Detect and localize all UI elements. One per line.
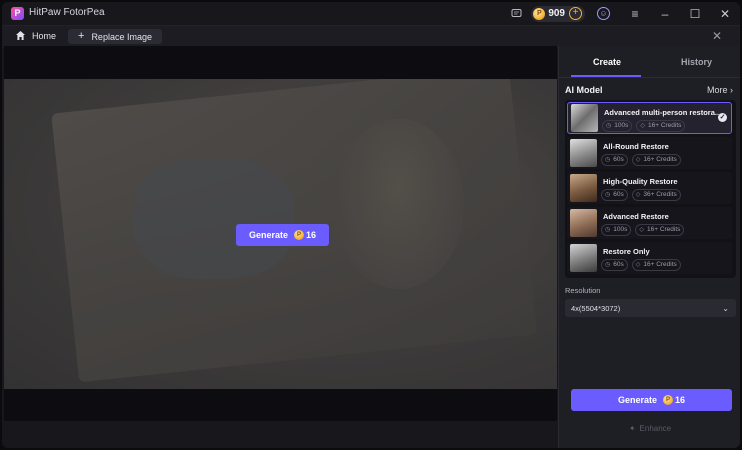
replace-image-button[interactable]: + Replace Image (68, 29, 162, 44)
menu-icon[interactable]: ≡ (620, 7, 650, 21)
model-card-advanced-multi-person[interactable]: Advanced multi-person restora... ◷ 100s ◇… (567, 102, 732, 134)
model-thumbnail (570, 139, 597, 167)
user-account-icon[interactable]: ☺ (597, 7, 610, 20)
resolution-label: Resolution (565, 286, 601, 295)
home-icon (16, 31, 25, 40)
chevron-down-icon: ⌄ (722, 303, 729, 313)
resolution-value: 4x(5504*3072) (571, 303, 621, 313)
generate-label: Generate (617, 395, 657, 405)
app-window: P HitPaw FotorPea P 909 + ☺ ≡ – ☐ ✕ Home… (2, 2, 740, 448)
more-models-link[interactable]: More › (707, 85, 733, 95)
credits-chip: ◇ 16+ Credits (636, 120, 686, 132)
clock-icon: ◷ (605, 262, 611, 268)
feedback-icon[interactable] (509, 7, 523, 21)
selected-check-icon: ✓ (718, 113, 727, 122)
clock-icon: ◷ (606, 123, 612, 129)
canvas-generate-label: Generate (248, 230, 288, 240)
model-name: Restore Only (603, 247, 650, 256)
editor-toolbar: Home + Replace Image ✕ (2, 25, 740, 48)
model-thumbnail (571, 104, 598, 132)
canvas-footer (4, 421, 557, 448)
model-name: Advanced Restore (603, 212, 669, 221)
canvas-generate-button[interactable]: Generate P 16 (236, 224, 329, 246)
tab-history[interactable]: History (681, 57, 712, 67)
credits-badge[interactable]: P 909 + (531, 5, 585, 22)
enhance-label: Enhance (639, 424, 672, 433)
credits-chip: ◇ 16+ Credits (631, 259, 681, 271)
time-chip: ◷ 60s (601, 259, 628, 271)
minimize-button[interactable]: – (650, 7, 680, 21)
title-bar-controls: P 909 + ☺ ≡ – ☐ ✕ (509, 2, 740, 25)
coin-icon: P (294, 230, 304, 240)
time-chip: ◷ 60s (601, 189, 628, 201)
credit-icon: ◇ (640, 123, 645, 129)
clock-icon: ◷ (605, 192, 611, 198)
close-editor-icon[interactable]: ✕ (712, 29, 722, 43)
model-thumbnail (570, 174, 597, 202)
coin-icon: P (663, 395, 673, 405)
chevron-right-icon: › (730, 85, 733, 95)
model-card-restore-only[interactable]: Restore Only ◷ 60s ◇ 16+ Credits (567, 242, 732, 274)
time-chip: ◷ 100s (601, 224, 632, 236)
credits-chip: ◇ 16+ Credits (635, 224, 685, 236)
generate-button[interactable]: Generate P 16 (571, 389, 732, 411)
right-panel: Create History AI Model More › Advanced … (558, 46, 740, 448)
home-button[interactable]: Home (15, 30, 56, 41)
model-list: Advanced multi-person restora... ◷ 100s ◇… (565, 100, 736, 278)
title-bar: P HitPaw FotorPea P 909 + ☺ ≡ – ☐ ✕ (2, 2, 740, 25)
maximize-button[interactable]: ☐ (680, 7, 710, 21)
coin-icon: P (533, 7, 546, 20)
credit-icon: ◇ (635, 157, 641, 163)
tab-create[interactable]: Create (593, 57, 621, 67)
time-chip: ◷ 60s (601, 154, 628, 166)
model-card-high-quality-restore[interactable]: High-Quality Restore ◷ 60s ◇ 36+ Credits (567, 172, 732, 204)
model-name: All-Round Restore (603, 142, 669, 151)
model-thumbnail (570, 209, 597, 237)
model-name: Advanced multi-person restora... (604, 108, 722, 117)
enhance-button[interactable]: ✦ Enhance (559, 424, 740, 433)
credit-icon: ◇ (639, 227, 644, 233)
model-card-all-round-restore[interactable]: All-Round Restore ◷ 60s ◇ 16+ Credits (567, 137, 732, 169)
close-window-button[interactable]: ✕ (710, 7, 740, 21)
model-name: High-Quality Restore (603, 177, 678, 186)
magic-wand-icon: ✦ (628, 424, 636, 433)
credit-icon: ◇ (635, 192, 641, 198)
clock-icon: ◷ (605, 227, 611, 233)
ai-model-heading: AI Model (565, 85, 603, 95)
replace-image-label: Replace Image (91, 31, 152, 42)
add-credits-icon[interactable]: + (569, 7, 582, 20)
clock-icon: ◷ (605, 157, 611, 163)
credits-chip: ◇ 16+ Credits (631, 154, 681, 166)
app-logo-icon: P (11, 7, 24, 20)
canvas-generate-cost: 16 (306, 230, 317, 240)
credit-icon: ◇ (635, 262, 641, 268)
panel-tabs: Create History (559, 46, 740, 78)
credits-chip: ◇ 36+ Credits (631, 189, 681, 201)
credit-count: 909 (548, 8, 565, 19)
generate-cost: 16 (675, 395, 686, 405)
resolution-select[interactable]: 4x(5504*3072) ⌄ (565, 299, 736, 317)
time-chip: ◷ 100s (602, 120, 633, 132)
active-tab-indicator (571, 75, 641, 77)
model-thumbnail (570, 244, 597, 272)
home-label: Home (32, 30, 57, 41)
model-card-advanced-restore[interactable]: Advanced Restore ◷ 100s ◇ 16+ Credits (567, 207, 732, 239)
plus-icon: + (78, 30, 85, 42)
image-canvas: Generate P 16 (4, 46, 557, 421)
app-title: HitPaw FotorPea (29, 7, 105, 18)
